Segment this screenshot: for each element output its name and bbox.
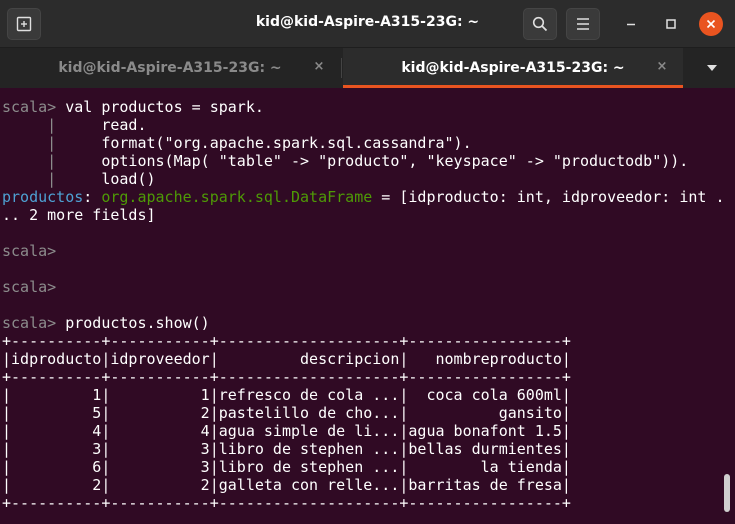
scala-prompt: scala> bbox=[2, 278, 57, 296]
table-row: | 6| 3|libro de stephen ...| la tienda| bbox=[2, 458, 571, 476]
chevron-down-icon bbox=[707, 65, 717, 71]
command-text: load() bbox=[56, 170, 156, 188]
tab-close-icon[interactable]: × bbox=[312, 60, 326, 74]
terminal-line: scala> bbox=[2, 278, 56, 296]
maximize-icon bbox=[666, 19, 676, 29]
command-text: options(Map( "table" -> "producto", "key… bbox=[56, 152, 689, 170]
scala-prompt: scala> bbox=[2, 314, 57, 332]
search-icon bbox=[532, 16, 548, 32]
result-line-wrap: .. 2 more fields] bbox=[2, 206, 156, 224]
terminal-line: scala> productos.show() bbox=[2, 314, 210, 332]
terminal-line: | options(Map( "table" -> "producto", "k… bbox=[2, 152, 688, 170]
maximize-button[interactable] bbox=[659, 12, 683, 36]
table-row: | 5| 2|pastelillo de cho...| gansito| bbox=[2, 404, 571, 422]
title-bar: kid@kid-Aspire-A315-23G: ~ bbox=[0, 0, 735, 48]
minimize-icon bbox=[627, 23, 635, 26]
terminal-line: | format("org.apache.spark.sql.cassandra… bbox=[2, 134, 472, 152]
table-row: | 2| 2|galleta con relle...|barritas de … bbox=[2, 476, 571, 494]
continuation-marker: | bbox=[2, 170, 57, 188]
continuation-marker: | bbox=[2, 116, 57, 134]
tab-label: kid@kid-Aspire-A315-23G: ~ bbox=[58, 60, 282, 76]
result-colon: : bbox=[83, 188, 102, 206]
scrollbar-thumb[interactable] bbox=[724, 474, 730, 512]
tab-terminal-1[interactable]: kid@kid-Aspire-A315-23G: ~ × bbox=[0, 48, 340, 88]
command-text: productos.show() bbox=[56, 314, 210, 332]
result-type: org.apache.spark.sql.DataFrame bbox=[101, 188, 373, 206]
tab-list-button[interactable] bbox=[700, 61, 724, 75]
continuation-marker: | bbox=[2, 134, 57, 152]
hamburger-menu-icon bbox=[577, 18, 589, 30]
table-row: | 3| 3|libro de stephen ...|bellas durmi… bbox=[2, 440, 571, 458]
tab-divider bbox=[341, 58, 342, 78]
menu-button[interactable] bbox=[566, 8, 600, 40]
terminal-output[interactable]: scala> val productos = spark. | read. | … bbox=[0, 88, 735, 524]
table-header: |idproducto|idproveedor| descripcion| no… bbox=[2, 350, 571, 368]
result-schema: = [idproducto: int, idproveedor: int . bbox=[372, 188, 725, 206]
tab-label: kid@kid-Aspire-A315-23G: ~ bbox=[401, 60, 625, 76]
tab-bar: kid@kid-Aspire-A315-23G: ~ × kid@kid-Asp… bbox=[0, 48, 735, 88]
command-text: format("org.apache.spark.sql.cassandra")… bbox=[56, 134, 472, 152]
tab-close-icon[interactable]: × bbox=[655, 60, 669, 74]
scala-prompt: scala> bbox=[2, 242, 57, 260]
terminal-line: scala> bbox=[2, 242, 56, 260]
close-icon bbox=[706, 19, 716, 29]
scala-prompt: scala> bbox=[2, 98, 57, 116]
result-variable: productos bbox=[2, 188, 84, 206]
terminal-line: | read. bbox=[2, 116, 147, 134]
close-window-button[interactable] bbox=[699, 12, 723, 36]
search-button[interactable] bbox=[523, 8, 557, 40]
tab-terminal-2[interactable]: kid@kid-Aspire-A315-23G: ~ × bbox=[343, 48, 683, 88]
terminal-line: | load() bbox=[2, 170, 156, 188]
command-text: val productos = spark. bbox=[56, 98, 264, 116]
minimize-button[interactable] bbox=[619, 12, 643, 36]
table-border: +----------+-----------+----------------… bbox=[2, 332, 571, 350]
result-line: productos: org.apache.spark.sql.DataFram… bbox=[2, 188, 724, 206]
continuation-marker: | bbox=[2, 152, 57, 170]
terminal-line: scala> val productos = spark. bbox=[2, 98, 264, 116]
command-text: read. bbox=[56, 116, 147, 134]
table-border: +----------+-----------+----------------… bbox=[2, 368, 571, 386]
table-border: +----------+-----------+----------------… bbox=[2, 494, 571, 512]
table-row: | 4| 4|agua simple de li...|agua bonafon… bbox=[2, 422, 571, 440]
table-row: | 1| 1|refresco de cola ...| coca cola 6… bbox=[2, 386, 571, 404]
